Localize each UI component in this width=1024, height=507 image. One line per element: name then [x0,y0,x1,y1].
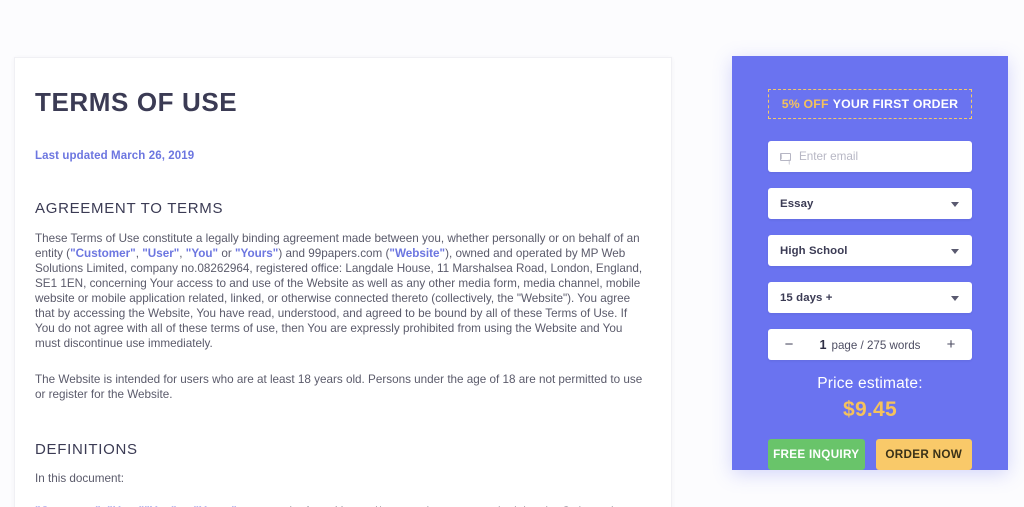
deadline-select[interactable]: 15 days + [768,282,972,313]
terms-document-card: TERMS OF USE Last updated March 26, 2019… [14,57,672,507]
email-placeholder: Enter email [799,150,859,163]
promo-banner: 5% OFF YOUR FIRST ORDER [768,89,972,119]
pages-increment-button[interactable]: + [944,337,958,352]
definitions-intro: In this document: [35,471,125,485]
order-form-panel: 5% OFF YOUR FIRST ORDER Enter email Essay… [732,56,1008,470]
term-user: "User" [142,246,180,260]
order-actions: FREE INQUIRY ORDER NOW [768,439,972,470]
pages-value-label: 1 page / 275 words [820,338,921,352]
pages-stepper: − 1 page / 275 words + [768,329,972,360]
price-estimate-label: Price estimate: [817,375,923,392]
mail-icon [780,152,791,161]
term-customer: "Customer" [70,246,136,260]
academic-level-value: High School [780,244,848,257]
page-title: TERMS OF USE [35,87,238,117]
term-yours: "Yours" [234,246,279,260]
pages-decrement-button[interactable]: − [782,337,796,352]
agreement-text-tail: ), owned and operated by MP Web Solution… [35,246,643,351]
term-you: "You" [185,246,219,260]
section-heading-agreement: AGREEMENT TO TERMS [35,199,224,217]
chevron-down-icon [951,295,959,301]
email-field[interactable]: Enter email [768,141,972,172]
academic-level-select[interactable]: High School [768,235,972,266]
agreement-paragraph-1: These Terms of Use constitute a legally … [35,231,643,351]
definition-item-customer: "Customer", "User""You" or "Yours" mean … [35,504,649,507]
chevron-down-icon [951,248,959,254]
last-updated-text: Last updated March 26, 2019 [35,149,195,162]
order-now-button[interactable]: ORDER NOW [875,439,972,470]
deadline-value: 15 days + [780,291,833,304]
pages-unit: page / 275 words [831,338,921,352]
chevron-down-icon [951,201,959,207]
free-inquiry-button[interactable]: FREE INQUIRY [768,439,865,470]
pages-count: 1 [819,337,827,352]
page-root: TERMS OF USE Last updated March 26, 2019… [0,0,1024,507]
promo-discount: 5% OFF [781,97,829,111]
agreement-paragraph-2: The Website is intended for users who ar… [35,373,643,402]
agreement-text-mid: ) and 99papers.com ( [278,246,390,260]
promo-text: YOUR FIRST ORDER [832,97,959,111]
section-heading-definitions: DEFINITIONS [35,440,138,458]
paper-type-select[interactable]: Essay [768,188,972,219]
paper-type-value: Essay [780,197,814,210]
term-website: "Website" [389,246,446,260]
price-estimate-value: $9.45 [842,398,898,421]
